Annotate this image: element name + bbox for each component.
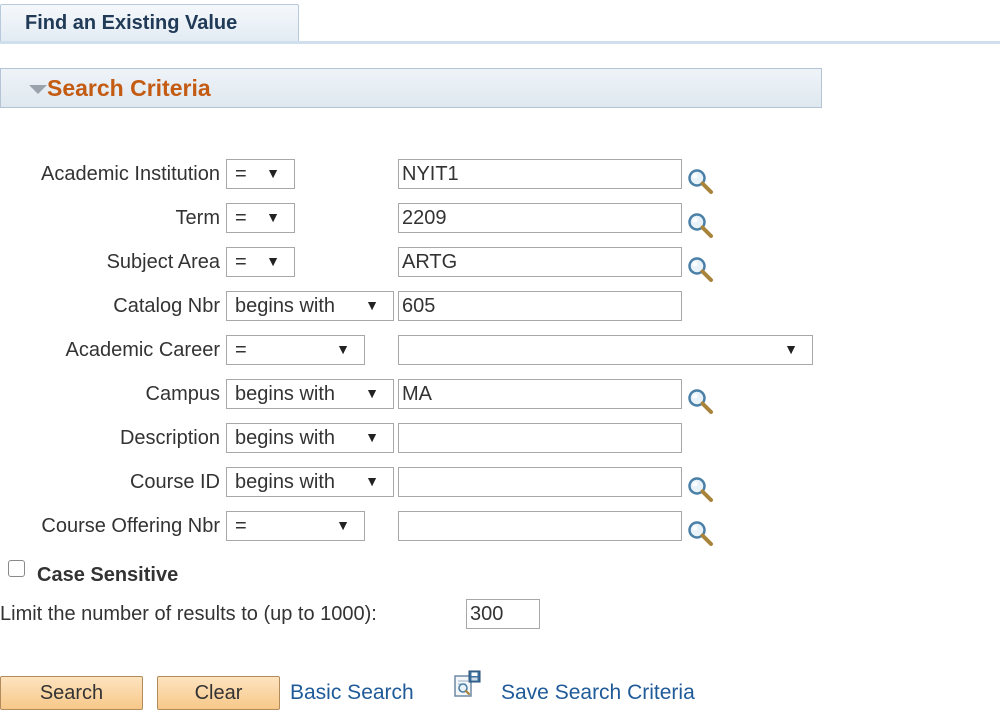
case-sensitive-label: Case Sensitive	[37, 564, 179, 586]
label-course-id: Course ID	[129, 471, 220, 493]
magnifier-lookup-icon[interactable]	[686, 211, 714, 239]
operator-value: =	[235, 163, 247, 185]
label-course-offering-nbr: Course Offering Nbr	[41, 515, 220, 537]
label-catalog-nbr: Catalog Nbr	[113, 295, 220, 317]
operator-catalog-nbr[interactable]: begins with ▼	[226, 291, 394, 321]
label-campus: Campus	[145, 383, 220, 405]
operator-value: begins with	[235, 427, 336, 449]
tab-divider	[0, 41, 1000, 44]
magnifier-lookup-icon[interactable]	[686, 167, 714, 195]
label-subject-area: Subject Area	[106, 251, 220, 273]
tab-label: Find an Existing Value	[25, 12, 238, 34]
limit-input[interactable]: 300	[466, 599, 540, 629]
chevron-down-icon: ▼	[336, 341, 350, 357]
magnifier-lookup-icon[interactable]	[686, 519, 714, 547]
limit-label: Limit the number of results to (up to 10…	[0, 603, 377, 625]
input-course-offering-nbr[interactable]	[398, 511, 682, 541]
chevron-down-icon: ▼	[266, 253, 280, 269]
operator-description[interactable]: begins with ▼	[226, 423, 394, 453]
search-button[interactable]: Search	[0, 676, 143, 710]
tab-find-existing-value[interactable]: Find an Existing Value	[0, 4, 299, 42]
save-search-icon[interactable]	[452, 670, 482, 700]
save-search-criteria-link[interactable]: Save Search Criteria	[501, 681, 695, 705]
section-title: Search Criteria	[47, 75, 211, 101]
magnifier-lookup-icon[interactable]	[686, 255, 714, 283]
magnifier-lookup-icon[interactable]	[686, 387, 714, 415]
input-term[interactable]: 2209	[398, 203, 682, 233]
operator-subject-area[interactable]: = ▼	[226, 247, 295, 277]
input-catalog-nbr[interactable]: 605	[398, 291, 682, 321]
input-academic-institution[interactable]: NYIT1	[398, 159, 682, 189]
chevron-down-icon: ▼	[336, 517, 350, 533]
label-description: Description	[119, 427, 220, 449]
collapse-triangle-icon[interactable]	[29, 85, 47, 94]
basic-search-link[interactable]: Basic Search	[290, 681, 414, 705]
search-criteria-header[interactable]: Search Criteria	[0, 68, 822, 108]
operator-value: =	[235, 251, 247, 273]
operator-term[interactable]: = ▼	[226, 203, 295, 233]
chevron-down-icon: ▼	[784, 341, 798, 357]
operator-value: =	[235, 207, 247, 229]
operator-academic-institution[interactable]: = ▼	[226, 159, 295, 189]
select-academic-career[interactable]: ▼	[398, 335, 813, 365]
operator-value: begins with	[235, 295, 336, 317]
operator-course-id[interactable]: begins with ▼	[226, 467, 394, 497]
operator-course-offering-nbr[interactable]: = ▼	[226, 511, 365, 541]
label-term: Term	[175, 207, 220, 229]
input-course-id[interactable]	[398, 467, 682, 497]
label-academic-career: Academic Career	[65, 339, 220, 361]
chevron-down-icon: ▼	[266, 209, 280, 225]
operator-value: begins with	[235, 471, 336, 493]
label-academic-institution: Academic Institution	[41, 163, 220, 185]
chevron-down-icon: ▼	[266, 165, 280, 181]
chevron-down-icon: ▼	[365, 473, 379, 489]
operator-value: =	[235, 515, 247, 537]
operator-value: =	[235, 339, 247, 361]
input-campus[interactable]: MA	[398, 379, 682, 409]
input-subject-area[interactable]: ARTG	[398, 247, 682, 277]
operator-academic-career[interactable]: = ▼	[226, 335, 365, 365]
chevron-down-icon: ▼	[365, 385, 379, 401]
operator-campus[interactable]: begins with ▼	[226, 379, 394, 409]
chevron-down-icon: ▼	[365, 429, 379, 445]
clear-button[interactable]: Clear	[157, 676, 280, 710]
case-sensitive-checkbox[interactable]	[8, 560, 25, 577]
input-description[interactable]	[398, 423, 682, 453]
chevron-down-icon: ▼	[365, 297, 379, 313]
operator-value: begins with	[235, 383, 336, 405]
magnifier-lookup-icon[interactable]	[686, 475, 714, 503]
